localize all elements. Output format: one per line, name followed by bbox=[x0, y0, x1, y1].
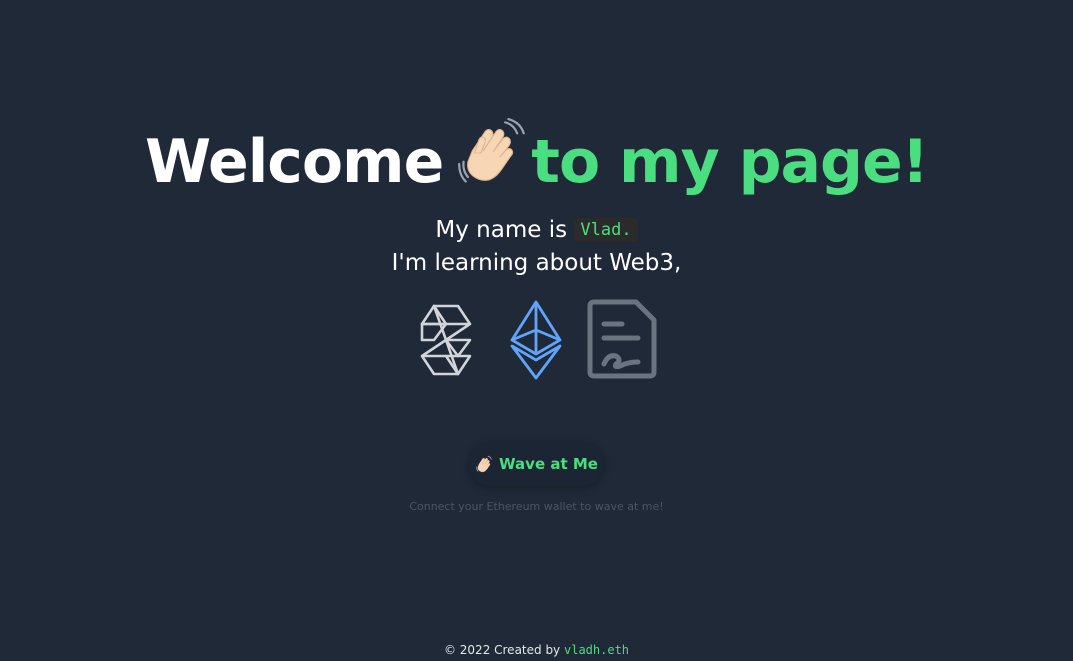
wave-button[interactable]: Wave at Me bbox=[469, 442, 604, 486]
page: Welcome to my page! My name is Vlad. I'm… bbox=[0, 0, 1073, 661]
hero-title-welcome: Welcome bbox=[144, 127, 444, 197]
intro-name-prefix: My name is bbox=[435, 217, 568, 243]
tech-icons bbox=[0, 298, 1073, 380]
waving-hand-icon bbox=[458, 118, 526, 183]
solidity-logo-icon bbox=[420, 304, 472, 376]
footer-prefix: © 2022 Created by bbox=[443, 643, 561, 657]
ethereum-logo-icon bbox=[510, 300, 562, 380]
hero-title-green: to my page! bbox=[531, 127, 929, 197]
connect-wallet-hint: Connect your Ethereum wallet to wave at … bbox=[409, 500, 664, 513]
intro-learning: I'm learning about Web3, bbox=[391, 250, 682, 276]
intro-name-line: My name is Vlad. bbox=[0, 214, 1073, 247]
footer: © 2022 Created by vladh.eth bbox=[0, 643, 1073, 657]
contract-document-icon bbox=[587, 299, 657, 379]
intro-name: Vlad. bbox=[574, 218, 638, 242]
footer-handle[interactable]: vladh.eth bbox=[564, 643, 629, 657]
wave-button-label: Wave at Me bbox=[499, 455, 598, 473]
hero-title: Welcome to my page! bbox=[0, 118, 1073, 204]
waving-hand-icon bbox=[476, 455, 492, 472]
intro: My name is Vlad. I'm learning about Web3… bbox=[0, 214, 1073, 280]
